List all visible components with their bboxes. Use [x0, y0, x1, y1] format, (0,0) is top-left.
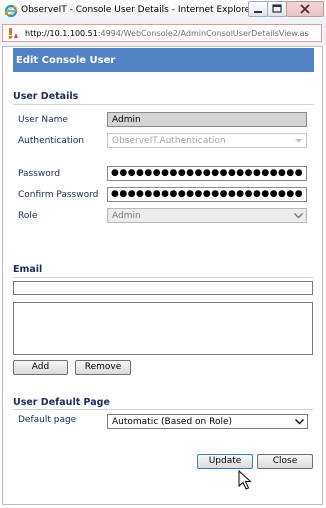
dialog-title: Edit Console User [16, 55, 116, 66]
section-divider [13, 104, 314, 105]
chevron-down-icon [294, 213, 303, 219]
default-page-select[interactable]: Automatic (Based on Role) [107, 414, 308, 429]
authentication-label: Authentication [18, 136, 85, 146]
role-label: Role [18, 211, 38, 221]
remove-email-button[interactable]: Remove [75, 360, 131, 375]
user-name-label: User Name [18, 115, 68, 125]
minimize-icon [254, 11, 262, 13]
url-field[interactable]: http://10.1.100.51:4994/WebConsole2/Admi… [2, 24, 322, 42]
default-page-value: Automatic (Based on Role) [112, 417, 232, 427]
email-heading: Email [13, 264, 43, 275]
email-list[interactable] [13, 302, 313, 355]
password-label: Password [18, 169, 61, 179]
chevron-down-icon [295, 419, 304, 425]
edit-console-user-dialog: Edit Console User User Details User Name… [2, 46, 323, 505]
url-path: :4994/WebConsole2/AdminConsolUserDetails… [97, 29, 309, 38]
update-button[interactable]: Update [197, 454, 253, 469]
user-default-page-heading: User Default Page [13, 397, 110, 408]
maximize-icon [272, 4, 282, 13]
add-email-button[interactable]: Add [13, 360, 68, 375]
default-page-label: Default page [18, 415, 77, 425]
user-details-heading: User Details [13, 91, 79, 102]
user-name-field[interactable]: Admin [107, 112, 307, 127]
password-field[interactable]: ●●●●●●●●●●●●●●●●●●●●●●●●●●●●● [107, 166, 307, 181]
role-select[interactable]: Admin [107, 208, 307, 223]
user-name-value: Admin [112, 115, 141, 125]
close-icon [300, 4, 310, 14]
role-value: Admin [112, 211, 141, 221]
chevron-down-icon [295, 139, 302, 143]
authentication-value: ObserveIT.Authentication [112, 136, 226, 146]
minimize-button[interactable] [248, 1, 268, 17]
confirm-password-value: ●●●●●●●●●●●●●●●●●●●●●●●●●●●●● [111, 189, 303, 199]
close-button[interactable]: Close [257, 454, 313, 469]
window-titlebar: ObserveIT - Console User Details - Inter… [0, 0, 326, 22]
url-text: http://10.1.100.51:4994/WebConsole2/Admi… [25, 29, 309, 38]
email-input[interactable] [13, 281, 313, 295]
maximize-button[interactable] [267, 1, 287, 17]
authentication-select[interactable]: ObserveIT.Authentication [107, 133, 307, 148]
confirm-password-field[interactable]: ●●●●●●●●●●●●●●●●●●●●●●●●●●●●● [107, 187, 307, 202]
window-title: ObserveIT - Console User Details - Inter… [21, 5, 254, 15]
url-host: http://10.1.100.51 [25, 29, 98, 38]
internet-explorer-icon [4, 4, 18, 18]
section-divider [13, 409, 314, 410]
close-window-button[interactable] [286, 1, 324, 17]
address-bar: http://10.1.100.51:4994/WebConsole2/Admi… [0, 22, 326, 46]
section-divider [13, 277, 314, 278]
password-value: ●●●●●●●●●●●●●●●●●●●●●●●●●●●●● [111, 168, 303, 178]
security-warning-icon [7, 27, 19, 39]
mouse-cursor-icon [238, 470, 252, 490]
confirm-password-label: Confirm Password [18, 190, 99, 200]
dialog-header: Edit Console User [13, 48, 314, 72]
